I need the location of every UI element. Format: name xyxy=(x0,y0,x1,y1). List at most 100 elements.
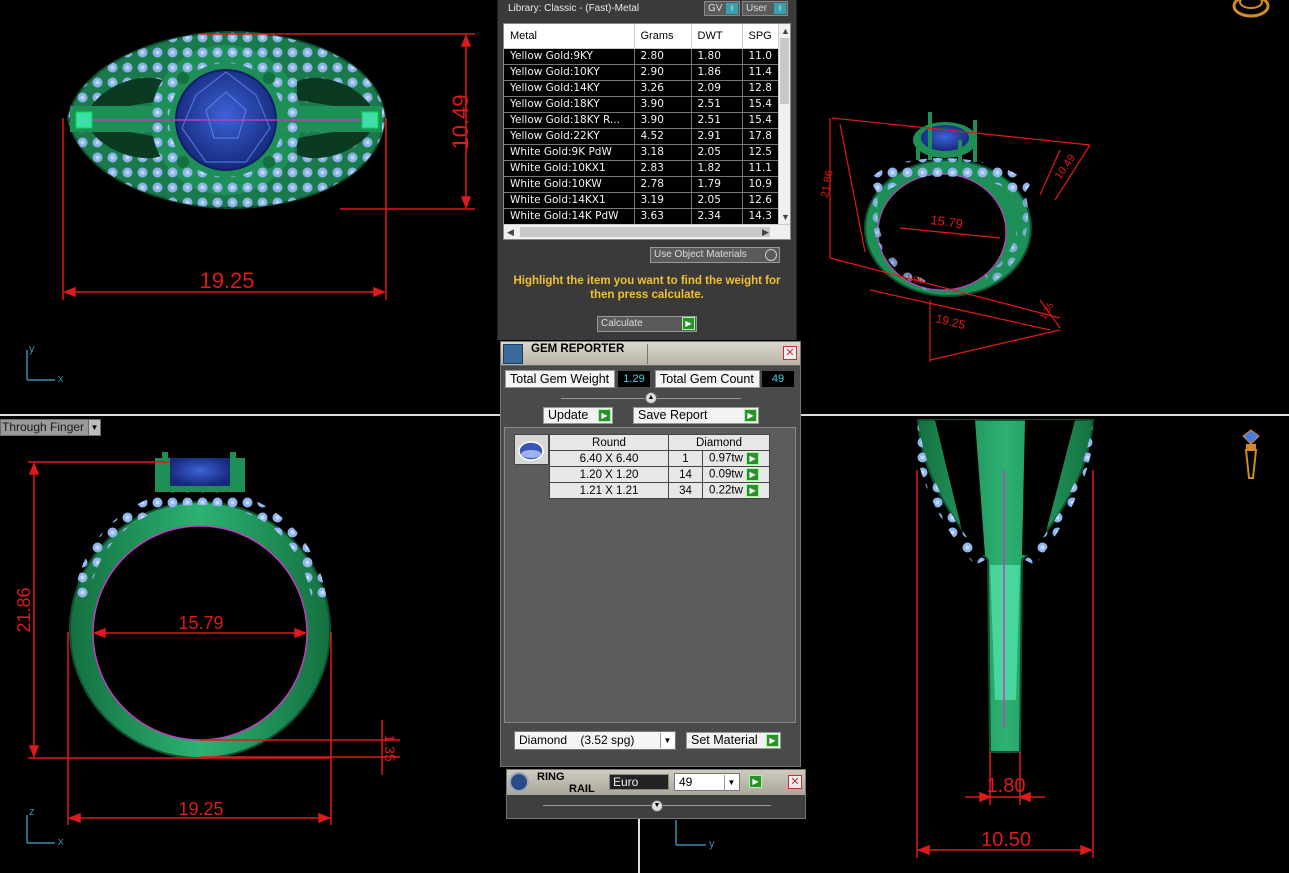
gem-shape-header: Round xyxy=(549,434,669,451)
scroll-left-icon[interactable]: ◀ xyxy=(507,227,514,237)
play-icon: ▶ xyxy=(682,317,695,330)
top-width-dim: 19.25 xyxy=(199,268,254,293)
gem-reporter-panel: GEM REPORTER ✕ Total Gem Weight 1.29 Tot… xyxy=(500,341,801,767)
perspective-view-ring xyxy=(864,112,1032,297)
close-icon[interactable]: ✕ xyxy=(783,346,797,360)
table-row[interactable]: Yellow Gold:14KY 3.26 2.09 12.8 xyxy=(504,80,781,97)
total-gem-weight-label: Total Gem Weight xyxy=(505,370,615,388)
scroll-down-icon[interactable]: ▼ xyxy=(781,212,790,222)
table-row[interactable]: 6.40 X 6.40 1 0.97tw ▶ xyxy=(549,450,770,467)
gem-material-header: Diamond xyxy=(668,434,770,451)
table-row[interactable]: Yellow Gold:9KY 2.80 1.80 11.0 xyxy=(504,48,781,65)
coil-icon[interactable] xyxy=(1232,0,1270,18)
toggle-icon: I xyxy=(726,3,738,14)
calculate-button[interactable]: Calculate ▶ xyxy=(597,316,697,332)
table-row[interactable]: White Gold:10KX1 2.83 1.82 11.1 xyxy=(504,160,781,177)
gv-toggle[interactable]: GV I xyxy=(704,1,740,16)
save-report-button[interactable]: Save Report ▶ xyxy=(633,407,759,424)
toggle-icon: I xyxy=(774,3,786,14)
front-shank-dim: 1.35 xyxy=(382,734,398,761)
chevron-down-icon: ▼ xyxy=(660,733,674,748)
front-inner-dim: 15.79 xyxy=(178,613,223,633)
table-row[interactable]: Yellow Gold:22KY 4.52 2.91 17.8 xyxy=(504,128,781,145)
apply-size-button[interactable]: ▶ xyxy=(749,775,762,788)
column-header-metal[interactable]: Metal xyxy=(504,24,635,49)
ring-rail-title-2: RAIL xyxy=(569,783,595,795)
scroll-thumb[interactable] xyxy=(520,227,770,237)
instruction-text: Highlight the item you want to find the … xyxy=(513,275,781,301)
gem-material-select[interactable]: Diamond (3.52 spg) ▼ xyxy=(514,731,676,750)
collapse-icon[interactable]: ▲ xyxy=(645,392,657,404)
table-row[interactable]: White Gold:10KW 2.78 1.79 10.9 xyxy=(504,176,781,193)
axis-indicator-top: y x xyxy=(26,343,64,385)
play-icon: ▶ xyxy=(766,734,779,747)
svg-text:z: z xyxy=(29,806,35,818)
ring-size-select[interactable]: 49 ▼ xyxy=(674,773,740,791)
view-mode-dropdown[interactable]: Through Finger ▼ xyxy=(0,419,101,436)
ring-gem-tool-icon[interactable] xyxy=(1242,429,1260,479)
scroll-right-icon[interactable]: ▶ xyxy=(762,227,769,237)
table-row[interactable]: White Gold:9K PdW 3.18 2.05 12.5 xyxy=(504,144,781,161)
radio-icon xyxy=(765,249,777,261)
axis-indicator-front: z x xyxy=(26,806,64,848)
side-width-dim: 10.50 xyxy=(981,829,1031,851)
column-header-grams[interactable]: Grams xyxy=(634,24,692,49)
total-gem-count-label: Total Gem Count xyxy=(655,370,760,388)
scroll-thumb[interactable] xyxy=(780,38,789,104)
front-height-dim: 21.86 xyxy=(14,587,34,632)
gem-list-area[interactable]: Round Diamond 6.40 X 6.40 1 0.97tw ▶ 1.2… xyxy=(504,427,796,723)
persp-dim-1: 21.86 xyxy=(819,169,836,198)
table-row[interactable]: 1.20 X 1.20 14 0.09tw ▶ xyxy=(549,466,770,483)
axis-indicator-side: y xyxy=(675,820,715,850)
front-view-ring xyxy=(69,452,331,759)
gem-reporter-title: GEM REPORTER xyxy=(531,343,625,355)
total-gem-weight-value: 1.29 xyxy=(618,371,650,387)
scroll-up-icon[interactable]: ▲ xyxy=(781,26,790,36)
use-object-materials-toggle[interactable]: Use Object Materials xyxy=(650,247,780,263)
update-button[interactable]: Update ▶ xyxy=(543,407,613,424)
metal-table[interactable]: Metal Grams DWT SPG Yellow Gold:9KY 2.80 1… xyxy=(503,23,791,240)
table-row[interactable]: White Gold:14K PdW 3.63 2.34 14.3 xyxy=(504,208,781,225)
metal-library-panel: Library: Classic - (Fast)-Metal GV I User… xyxy=(497,0,797,340)
ring-rail-title-1: RING xyxy=(537,771,565,783)
chevron-down-icon: ▼ xyxy=(724,775,738,790)
table-row[interactable]: 1.21 X 1.21 34 0.22tw ▶ xyxy=(549,482,770,499)
chevron-down-icon: ▼ xyxy=(88,420,100,435)
column-header-dwt[interactable]: DWT xyxy=(691,24,743,49)
library-title: Library: Classic - (Fast)-Metal xyxy=(508,3,640,14)
top-height-dim: 10.49 xyxy=(448,94,473,149)
expand-icon[interactable]: ▼ xyxy=(651,800,663,812)
table-row[interactable]: Yellow Gold:18KY R... 3.90 2.51 15.4 xyxy=(504,112,781,129)
user-toggle[interactable]: User I xyxy=(742,1,788,16)
gem-table[interactable]: Round Diamond 6.40 X 6.40 1 0.97tw ▶ 1.2… xyxy=(549,434,770,499)
svg-text:y: y xyxy=(709,838,715,850)
view-mode-value: Through Finger xyxy=(2,420,85,434)
table-row[interactable]: Yellow Gold:10KY 2.90 1.86 11.4 xyxy=(504,64,781,81)
svg-text:y: y xyxy=(29,343,35,355)
gem-reporter-titlebar[interactable]: GEM REPORTER ✕ xyxy=(501,342,800,366)
play-icon[interactable]: ▶ xyxy=(746,452,760,465)
svg-text:x: x xyxy=(58,373,64,385)
front-width-dim: 19.25 xyxy=(178,799,223,819)
play-icon[interactable]: ▶ xyxy=(746,468,760,481)
close-icon[interactable]: ✕ xyxy=(788,775,802,789)
svg-text:x: x xyxy=(58,836,64,848)
round-gem-icon xyxy=(514,434,549,465)
play-icon[interactable]: ▶ xyxy=(746,484,760,497)
table-row[interactable]: Yellow Gold:18KY 3.90 2.51 15.4 xyxy=(504,96,781,113)
ring-rail-titlebar[interactable]: RING RAIL Euro 49 ▼ ▶ ✕ xyxy=(507,770,805,795)
side-view-ring xyxy=(912,419,1095,753)
table-row[interactable]: White Gold:14KX1 3.19 2.05 12.6 xyxy=(504,192,781,209)
play-icon: ▶ xyxy=(744,409,757,422)
top-view-ring xyxy=(66,30,387,210)
ring-rail-panel: RING RAIL Euro 49 ▼ ▶ ✕ ▼ xyxy=(506,769,806,819)
persp-dim-4: 19.25 xyxy=(934,311,967,332)
side-shank-dim: 1.80 xyxy=(987,775,1026,797)
column-header-spg[interactable]: SPG xyxy=(742,24,781,49)
size-system-field[interactable]: Euro xyxy=(609,774,669,790)
set-material-button[interactable]: Set Material ▶ xyxy=(686,732,781,749)
vertical-scrollbar[interactable]: ▲ ▼ xyxy=(778,24,790,226)
horizontal-scrollbar[interactable]: ◀ ▶ xyxy=(504,224,790,239)
total-gem-count-value: 49 xyxy=(762,371,794,387)
ring-rail-icon xyxy=(509,772,529,792)
